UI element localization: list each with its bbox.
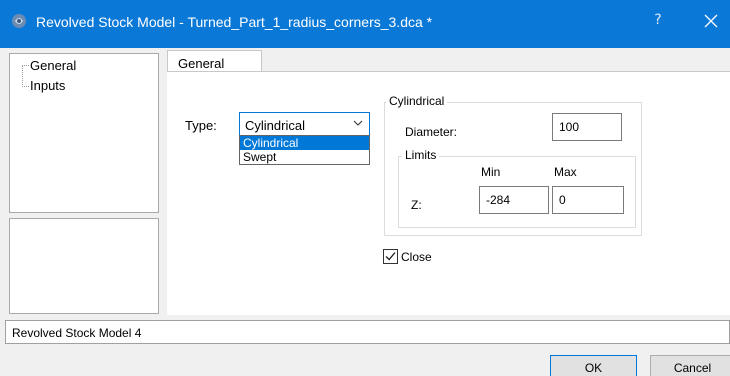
diameter-field[interactable]: 100	[552, 113, 622, 141]
title-bar: Revolved Stock Model - Turned_Part_1_rad…	[0, 0, 730, 48]
cancel-button[interactable]: Cancel	[650, 355, 730, 376]
close-checkbox-label[interactable]: Close	[401, 250, 432, 264]
preview-panel	[9, 218, 159, 314]
close-icon[interactable]	[700, 10, 722, 32]
navigation-tree[interactable]: General Inputs	[9, 53, 159, 213]
z-label: Z:	[411, 198, 422, 212]
type-label: Type:	[185, 118, 217, 133]
model-name-field[interactable]: Revolved Stock Model 4	[5, 320, 730, 344]
min-header: Min	[481, 165, 501, 179]
tree-item-general[interactable]: General	[30, 58, 76, 73]
chevron-down-icon[interactable]	[353, 120, 363, 127]
tree-connector	[22, 65, 29, 66]
app-icon	[12, 14, 26, 28]
ok-button[interactable]: OK	[550, 355, 637, 376]
dropdown-option-cylindrical[interactable]: Cylindrical	[240, 136, 369, 150]
tab-strip: General	[167, 48, 730, 74]
checkmark-icon	[385, 252, 396, 261]
max-header: Max	[554, 165, 577, 179]
type-dropdown[interactable]: Cylindrical	[239, 112, 370, 136]
tree-connector	[22, 65, 23, 87]
cylindrical-group-title: Cylindrical	[386, 94, 448, 108]
help-button[interactable]: ?	[648, 12, 668, 32]
z-min-field[interactable]: -284	[479, 186, 549, 214]
close-checkbox[interactable]	[383, 249, 398, 264]
type-dropdown-value: Cylindrical	[245, 118, 305, 133]
z-max-field[interactable]: 0	[552, 186, 624, 214]
dropdown-option-swept[interactable]: Swept	[240, 150, 369, 164]
window-title: Revolved Stock Model - Turned_Part_1_rad…	[36, 14, 433, 30]
diameter-label: Diameter:	[405, 125, 458, 139]
tree-connector	[22, 86, 29, 87]
tree-item-inputs[interactable]: Inputs	[30, 78, 65, 93]
type-dropdown-list[interactable]: Cylindrical Swept	[239, 135, 370, 165]
limits-group-title: Limits	[402, 148, 440, 162]
